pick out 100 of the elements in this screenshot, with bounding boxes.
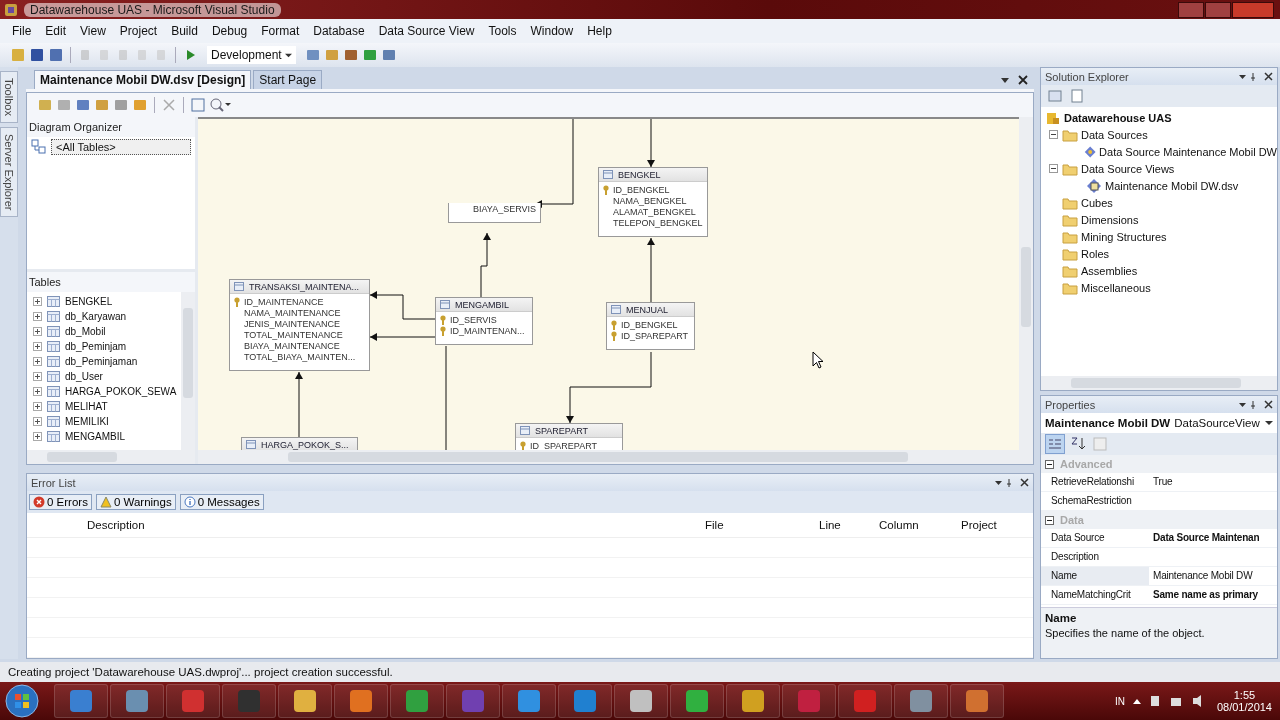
configuration-dropdown[interactable]: Development [207,46,297,64]
table-node[interactable]: BENGKEL ID_BENGKEL NAMA_BENGKEL ALAMAT_BENGKEL TELEPON_BENGKEL [598,167,708,237]
table-node[interactable]: HARGA_POKOK_S... [241,437,358,450]
menu-item[interactable]: File [5,24,39,38]
tree-item[interactable]: Dimensions [1081,213,1139,226]
expand-icon[interactable] [33,357,42,366]
taskbar-app-icon[interactable] [390,684,444,718]
document-tab[interactable]: Maintenance Mobil DW.dsv [Design] [34,70,252,89]
tree-item[interactable]: Data Source Maintenance Mobil DW [1099,145,1277,158]
tree-item[interactable]: Datawarehouse UAS [1064,111,1172,124]
diagram-list-item[interactable]: <All Tables> [51,139,191,155]
close-button[interactable] [1232,1,1274,18]
scrollbar[interactable] [198,450,1033,464]
toolbar-icon[interactable] [29,47,45,63]
expand-icon[interactable] [33,297,42,306]
table-list-item[interactable]: BENGKEL [65,296,113,307]
property-value[interactable]: Maintenance Mobil DW [1149,567,1253,585]
toolbar-icon[interactable] [48,47,64,63]
taskbar-app-icon[interactable] [558,684,612,718]
taskbar-app-icon[interactable] [334,684,388,718]
menu-item[interactable]: Window [523,24,581,38]
table-node[interactable]: MENJUAL ID_BENGKEL ID_SPAREPART [606,302,695,350]
tree-item[interactable]: Miscellaneous [1081,281,1151,294]
dropdown-icon[interactable] [1000,75,1010,85]
table-list-item[interactable]: MELIHAT [65,401,108,412]
table-list-item[interactable]: db_Karyawan [65,311,127,322]
close-icon[interactable] [1018,75,1028,85]
toolbar-icon[interactable] [362,47,379,63]
taskbar-app-icon[interactable] [614,684,668,718]
property-name[interactable]: NameMatchingCrit [1041,586,1149,604]
menu-item[interactable]: Database [306,24,372,38]
scrollbar[interactable] [1019,117,1033,450]
pane-controls-icon[interactable] [1239,72,1273,81]
scrollbar[interactable] [181,292,195,450]
column-header[interactable]: Description [59,519,701,531]
collapse-icon[interactable] [1049,130,1058,139]
table-list-item[interactable]: HARGA_POKOK_SEWA [65,386,177,397]
pane-controls-icon[interactable] [995,478,1029,487]
expand-icon[interactable] [33,387,42,396]
language-indicator[interactable]: IN [1114,695,1125,707]
property-value[interactable]: True [1149,473,1173,491]
tree-item[interactable]: Data Sources [1081,128,1148,141]
expand-icon[interactable] [33,327,42,336]
toolbar-icon[interactable] [343,47,360,63]
menu-item[interactable]: Tools [481,24,524,38]
scrollbar[interactable] [1041,376,1277,390]
delete-icon[interactable] [161,97,177,113]
table-list-item[interactable]: MEMILIKI [65,416,109,427]
menu-item[interactable]: Build [164,24,205,38]
property-name[interactable]: Name [1041,567,1149,585]
table-node[interactable]: SPAREPART ID_SPAREPART [515,423,623,450]
tree-item[interactable]: Mining Structures [1081,230,1167,243]
table-list-item[interactable]: db_Mobil [65,326,106,337]
column-header[interactable]: Project [957,519,997,531]
menu-item[interactable]: Help [580,24,619,38]
table-node[interactable]: MENGAMBIL ID_SERVIS ID_MAINTENAN... [435,297,533,345]
taskbar-app-icon[interactable] [110,684,164,718]
table-list-item[interactable]: db_User [65,371,103,382]
property-value[interactable]: Data Source Maintenan [1149,529,1260,547]
menu-item[interactable]: View [73,24,113,38]
document-tab[interactable]: Start Page [253,70,323,89]
pane-controls-icon[interactable] [1239,400,1273,409]
taskbar-app-icon[interactable] [278,684,332,718]
property-value[interactable]: Same name as primary [1149,586,1258,604]
scrollbar[interactable] [27,450,195,464]
taskbar-app-icon[interactable] [54,684,108,718]
property-name[interactable]: RetrieveRelationshi [1041,473,1149,491]
filter-button[interactable]: 0 Warnings [95,494,176,510]
taskbar-app-icon[interactable] [670,684,724,718]
minimize-button[interactable] [1178,1,1204,18]
clock[interactable]: 1:55 08/01/2014 [1216,689,1272,713]
document-icon[interactable] [1069,88,1085,104]
property-name[interactable]: Description [1041,548,1149,566]
expand-icon[interactable] [33,342,42,351]
side-tab[interactable]: Toolbox [0,71,18,123]
taskbar-app-icon[interactable] [894,684,948,718]
property-name[interactable]: Data Source [1041,529,1149,547]
column-header[interactable]: Column [875,519,957,531]
collapse-icon[interactable] [1045,459,1054,469]
table-list-item[interactable]: db_Peminjam [65,341,127,352]
table-node[interactable]: TRANSAKSI_MAINTENA... ID_MAINTENANCE NAMA_MAINTENANCE JENIS_MAINTENANCE TOTAL_MAINTENANCE BIAYA_MAINTENANCE TOTAL_BIAYA_MAINTEN... [229,279,370,371]
menu-item[interactable]: Project [112,24,165,38]
toolbar-icon[interactable] [305,47,322,63]
column-header[interactable]: Line [815,519,875,531]
filter-button[interactable]: 0 Messages [179,494,264,510]
toolbar-icon[interactable] [75,97,91,113]
toolbar-icon[interactable] [381,47,398,63]
zoom-icon[interactable] [209,97,231,113]
column-header[interactable]: File [701,519,815,531]
side-tab[interactable]: Server Explorer [0,126,18,218]
maximize-button[interactable] [1205,1,1231,18]
collapse-icon[interactable] [1049,164,1058,173]
table-list-item[interactable]: db_Peminjaman [65,356,138,367]
menu-item[interactable]: Format [254,24,307,38]
property-name[interactable]: SchemaRestriction [1041,492,1149,510]
collapse-icon[interactable] [1045,515,1054,525]
tree-item[interactable]: Assemblies [1081,264,1138,277]
menu-item[interactable]: Edit [38,24,74,38]
menu-item[interactable]: Debug [204,24,255,38]
tree-item[interactable]: Cubes [1081,196,1113,209]
